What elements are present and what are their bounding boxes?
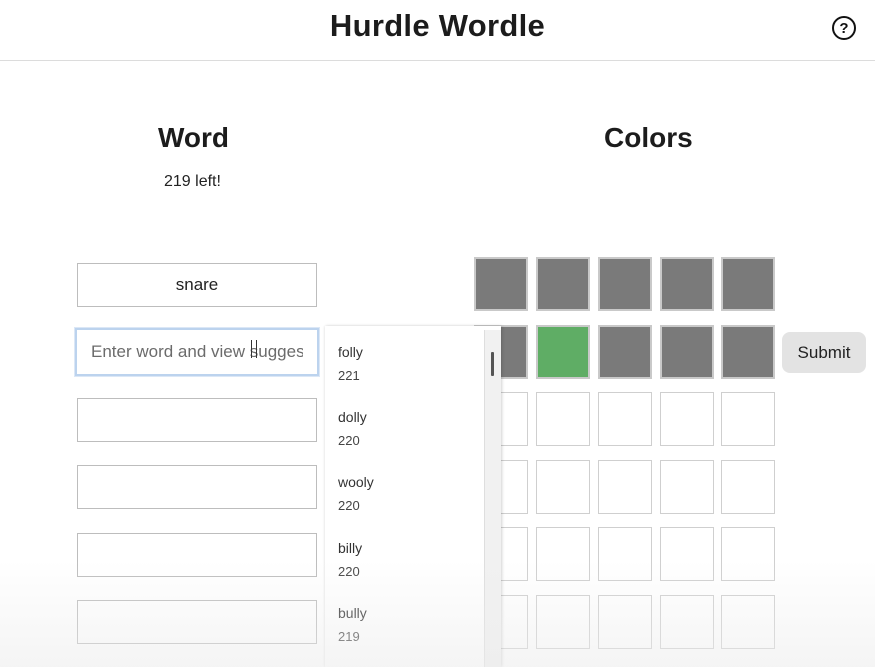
suggestion-count: 220 (338, 433, 360, 448)
colors-heading: Colors (604, 122, 693, 153)
color-tile-r2-c4[interactable] (660, 325, 714, 379)
suggestion-item[interactable]: wooly 220 (338, 474, 374, 513)
color-tile-r4-c2[interactable] (536, 460, 590, 514)
suggestions-dropdown[interactable]: folly 221 dolly 220 wooly 220 billy 220 … (325, 326, 501, 667)
suggestion-count: 220 (338, 564, 360, 579)
color-tile-r1-c2[interactable] (536, 257, 590, 311)
word-entry-5 (77, 533, 317, 577)
color-tile-r1-c3[interactable] (598, 257, 652, 311)
words-remaining-text: 219 left! (164, 173, 221, 190)
app-title: Hurdle Wordle (329, 8, 546, 43)
color-tile-r3-c3[interactable] (598, 392, 652, 446)
suggestion-item[interactable]: dolly 220 (338, 409, 367, 448)
color-tile-r5-c5[interactable] (721, 527, 775, 581)
word-heading: Word (158, 122, 230, 153)
suggestions-scrollbar[interactable] (484, 330, 501, 667)
color-tile-r6-c4[interactable] (660, 595, 714, 649)
color-tile-r2-c2[interactable] (536, 325, 590, 379)
suggestion-count: 220 (338, 498, 360, 513)
suggestion-item[interactable]: folly 221 (338, 344, 363, 383)
suggestion-item[interactable]: bully 219 (338, 605, 367, 644)
suggestion-word: bully (338, 605, 367, 621)
suggestion-count: 221 (338, 368, 360, 383)
color-tile-r3-c5[interactable] (721, 392, 775, 446)
color-tile-r5-c3[interactable] (598, 527, 652, 581)
color-tile-r2-c5[interactable] (721, 325, 775, 379)
suggestion-word: dolly (338, 409, 367, 425)
color-tile-r4-c3[interactable] (598, 460, 652, 514)
app-header: Hurdle Wordle ? (0, 0, 875, 61)
color-tile-r1-c1[interactable] (474, 257, 528, 311)
color-tile-r1-c4[interactable] (660, 257, 714, 311)
color-tile-r3-c2[interactable] (536, 392, 590, 446)
color-tile-r1-c5[interactable] (721, 257, 775, 311)
suggestion-word: folly (338, 344, 363, 360)
word-input[interactable] (75, 328, 319, 376)
suggestion-word: wooly (338, 474, 374, 490)
suggestion-word: billy (338, 540, 363, 556)
color-tile-r6-c2[interactable] (536, 595, 590, 649)
color-tile-r3-c4[interactable] (660, 392, 714, 446)
scrollbar-thumb[interactable] (491, 352, 494, 376)
suggestion-count: 219 (338, 629, 360, 644)
color-tile-r4-c4[interactable] (660, 460, 714, 514)
question-circle-icon[interactable]: ? (832, 16, 856, 40)
color-tile-r5-c2[interactable] (536, 527, 590, 581)
color-tile-r2-c3[interactable] (598, 325, 652, 379)
color-tile-r4-c5[interactable] (721, 460, 775, 514)
color-tile-r5-c4[interactable] (660, 527, 714, 581)
suggestion-item[interactable]: billy 220 (338, 540, 362, 579)
word-entry-6 (77, 600, 317, 644)
submit-button[interactable]: Submit (782, 332, 866, 373)
color-tile-r6-c3[interactable] (598, 595, 652, 649)
color-tile-r6-c5[interactable] (721, 595, 775, 649)
word-entry-3 (77, 398, 317, 442)
word-entry-4 (77, 465, 317, 509)
word-entry-1: snare (77, 263, 317, 307)
